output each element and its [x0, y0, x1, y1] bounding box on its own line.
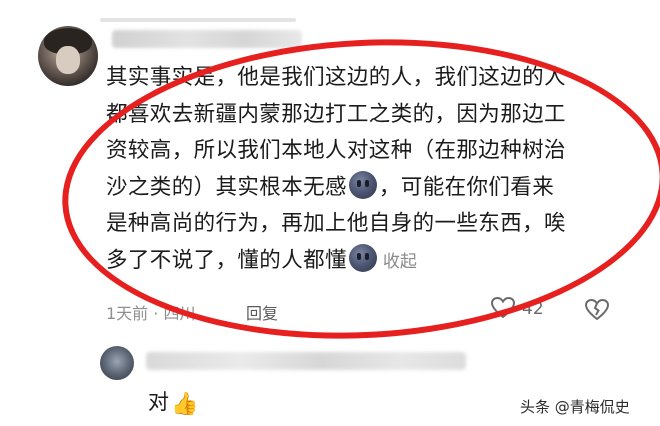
- reply-avatar[interactable]: [100, 346, 134, 380]
- top-divider: [100, 18, 296, 22]
- reply-username-blurred[interactable]: [146, 352, 466, 370]
- comment-line-6: 多了不说了，懂的人都懂 收起: [106, 243, 626, 281]
- comment-line-6-text: 多了不说了，懂的人都懂: [106, 247, 347, 273]
- reply-button[interactable]: 回复: [246, 300, 278, 324]
- avatar-face: [56, 46, 80, 74]
- comment-line-3: 资较高，所以我们本地人对这种（在那边种树治: [106, 138, 566, 163]
- comment-body: 其实事实是，他是我们这边的人，我们这边的人 都喜欢去新疆内蒙那边打工之类的，因为…: [106, 60, 626, 280]
- smiling-face-emoji-icon: [348, 243, 377, 272]
- collapse-link[interactable]: 收起: [383, 252, 417, 272]
- reply-text: 对👍: [148, 386, 198, 417]
- comment-line-4-text: 沙之类的）其实根本无感: [106, 174, 347, 200]
- comment-time-location: 1天前 · 四川: [106, 304, 196, 323]
- comment-line-5: 是种高尚的行为，再加上他自身的一些东西，唉: [106, 211, 566, 236]
- thumbs-up-icon: 👍: [171, 392, 199, 417]
- watermark: 头条 @青梅侃史: [520, 398, 630, 416]
- commenter-username-blurred[interactable]: [112, 30, 302, 48]
- broken-heart-icon: [584, 298, 610, 321]
- smiling-face-emoji-icon: [348, 170, 377, 199]
- commenter-avatar[interactable]: [38, 26, 98, 86]
- comment-line-2: 都喜欢去新疆内蒙那边打工之类的，因为那边工: [106, 101, 566, 127]
- comment-line-4-rest: ，可能在你们看来: [378, 174, 555, 200]
- dislike-button[interactable]: [584, 298, 610, 326]
- comment-line-4: 沙之类的）其实根本无感 ，可能在你们看来: [106, 170, 626, 207]
- reply-text-content: 对: [148, 390, 169, 414]
- like-button[interactable]: 42: [490, 296, 570, 322]
- comment-line-1: 其实事实是，他是我们这边的人，我们这边的人: [106, 65, 566, 90]
- like-count: 42: [522, 299, 544, 319]
- heart-icon: [490, 296, 516, 319]
